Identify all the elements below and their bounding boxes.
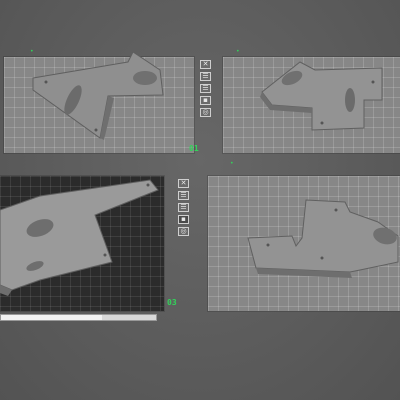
progress-track bbox=[0, 313, 157, 321]
progress-fill bbox=[1, 314, 102, 320]
slicing-progress-bar bbox=[0, 313, 160, 321]
3d-viewport[interactable]: • ✕ ☰ ☰ ▪ ◎ 01 • ✕ ☰ ☰ ▪ ◎ 03 • bbox=[0, 0, 400, 400]
model-part-4[interactable] bbox=[0, 0, 400, 400]
